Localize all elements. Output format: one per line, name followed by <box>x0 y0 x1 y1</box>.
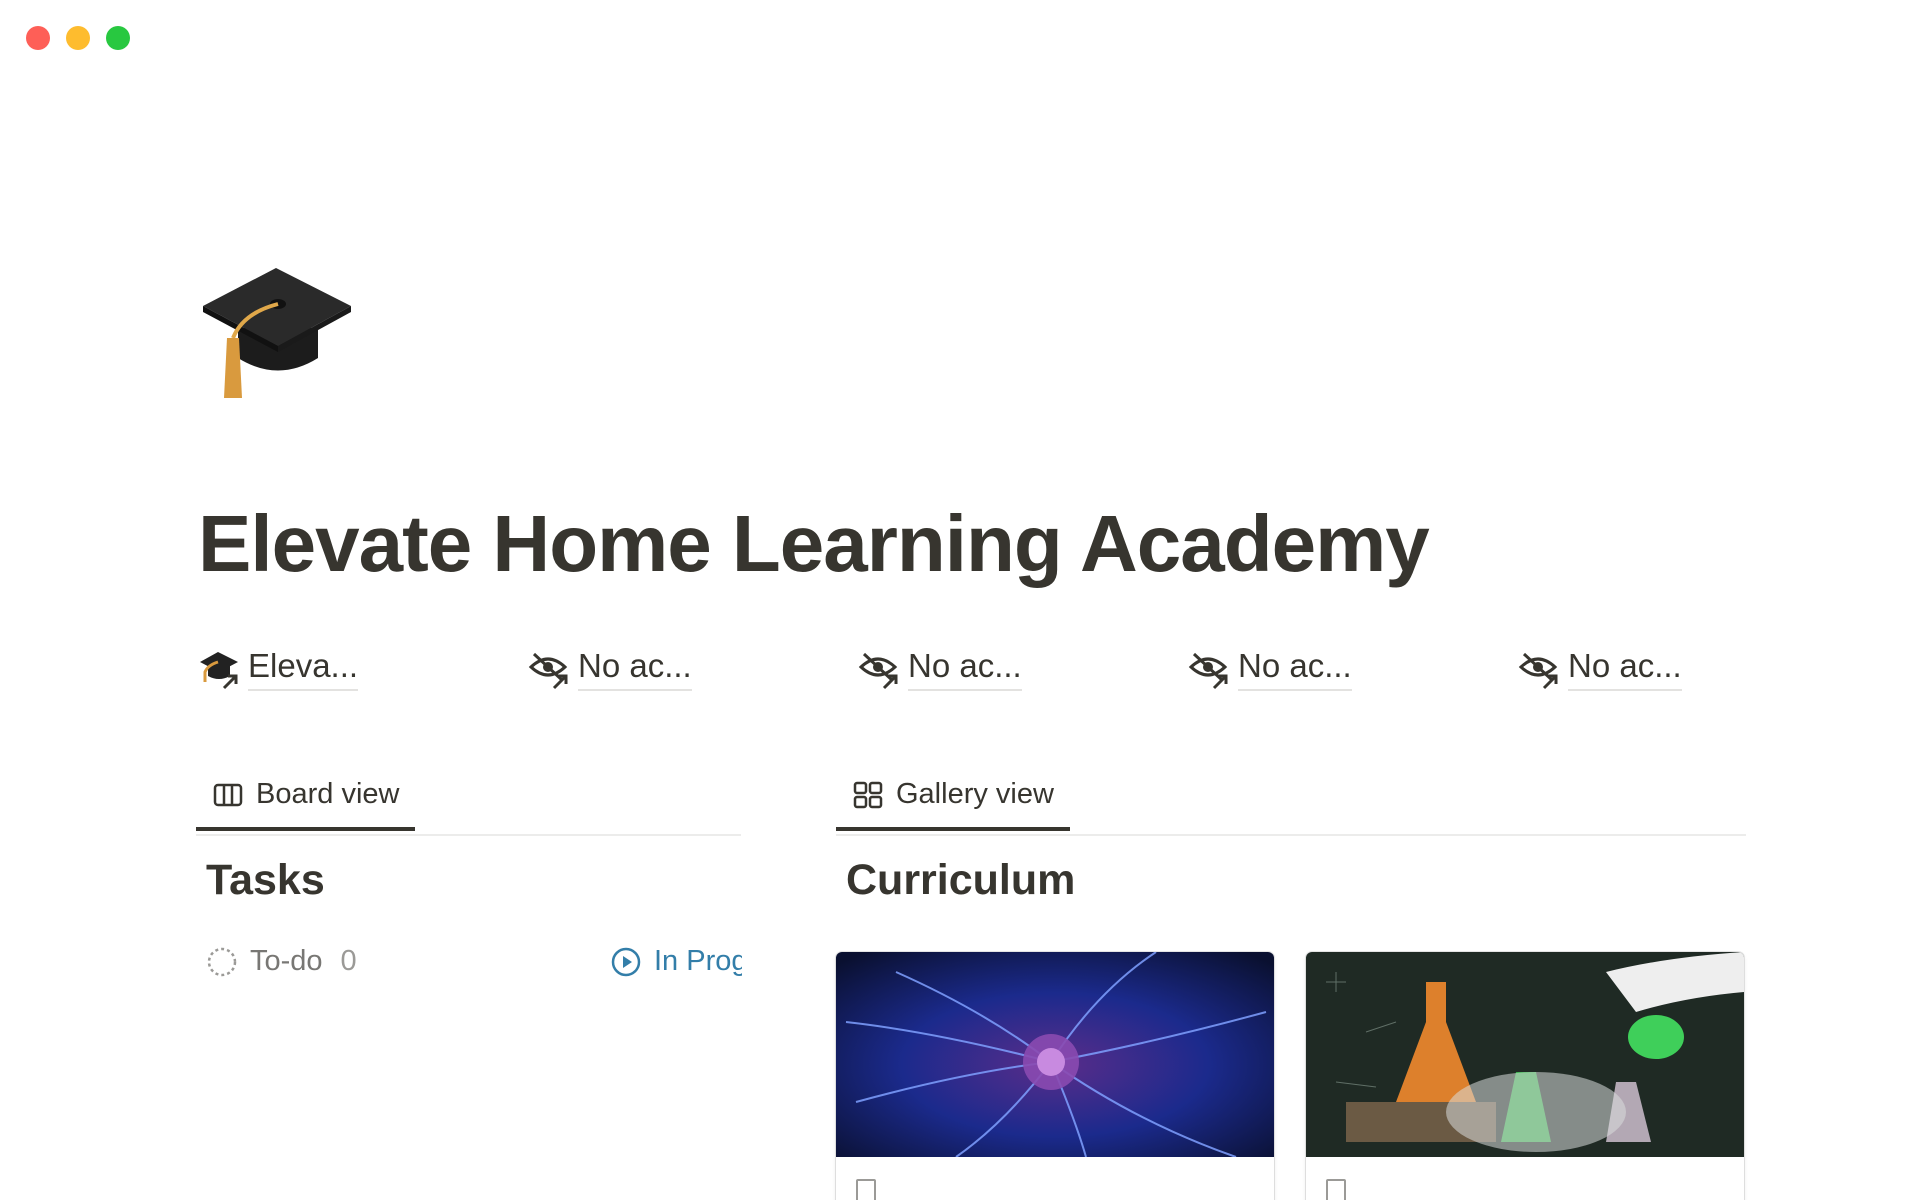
card-body <box>1306 1157 1744 1200</box>
linked-page-label: No ac... <box>578 646 692 691</box>
linked-pages-row: Eleva... No ac... No ac... No ac... No a… <box>198 646 1748 698</box>
group-in-progress[interactable]: In Progress <box>610 945 742 978</box>
page-title[interactable]: Elevate Home Learning Academy <box>198 496 1430 592</box>
gallery-card[interactable] <box>836 952 1274 1200</box>
linked-page-2[interactable]: No ac... <box>528 646 692 691</box>
linked-page-3[interactable]: No ac... <box>858 646 1022 691</box>
gallery-view-icon <box>853 781 883 808</box>
linked-page-4[interactable]: No ac... <box>1188 646 1352 691</box>
minimize-window-button[interactable] <box>66 26 90 50</box>
linked-page-label: No ac... <box>908 646 1022 691</box>
tasks-heading[interactable]: Tasks <box>206 856 325 905</box>
tasks-view-tabs: Board view <box>196 768 741 836</box>
curriculum-heading[interactable]: Curriculum <box>846 856 1075 905</box>
active-tab-indicator <box>196 827 416 831</box>
page-icon <box>856 1179 876 1200</box>
linked-page-label: No ac... <box>1238 646 1352 691</box>
gallery-card[interactable] <box>1306 952 1744 1200</box>
group-count: 0 <box>340 945 357 977</box>
active-tab-indicator <box>836 827 1070 831</box>
tab-divider <box>836 834 1746 836</box>
tasks-board: To-do 0 In Progress <box>206 945 742 995</box>
eye-slash-link-icon <box>1188 652 1228 689</box>
page-icon <box>1326 1179 1346 1200</box>
plasma-ball-cover <box>836 952 1274 1157</box>
board-view-icon <box>213 783 243 806</box>
eye-slash-link-icon <box>1518 652 1558 689</box>
play-circle-icon <box>611 947 641 976</box>
dashed-circle-icon <box>207 947 237 976</box>
linked-page-label: Eleva... <box>248 646 359 691</box>
tab-divider <box>196 834 741 836</box>
graduation-cap-link-icon <box>200 651 238 689</box>
close-window-button[interactable] <box>26 26 50 50</box>
tab-label: Board view <box>256 778 400 810</box>
tab-gallery-view[interactable]: Gallery view <box>836 768 1070 831</box>
card-body <box>836 1157 1274 1200</box>
linked-page-5[interactable]: No ac... <box>1518 646 1682 691</box>
group-to-do[interactable]: To-do 0 <box>206 945 357 978</box>
notion-page: Elevate Home Learning Academy Eleva... N… <box>0 0 1920 1200</box>
curriculum-view-tabs: Gallery view <box>836 768 1746 836</box>
linked-page-1[interactable]: Eleva... <box>198 646 359 691</box>
group-label: In Progress <box>654 945 742 977</box>
eye-slash-link-icon <box>858 652 898 689</box>
tab-board-view[interactable]: Board view <box>196 768 416 831</box>
maximize-window-button[interactable] <box>106 26 130 50</box>
group-label: To-do <box>250 945 323 977</box>
linked-page-label: No ac... <box>1568 646 1682 691</box>
window-controls <box>26 26 130 50</box>
chemistry-flasks-cover <box>1306 952 1744 1157</box>
eye-slash-link-icon <box>528 652 568 689</box>
graduation-cap-icon[interactable] <box>198 258 358 418</box>
tab-label: Gallery view <box>896 778 1054 810</box>
